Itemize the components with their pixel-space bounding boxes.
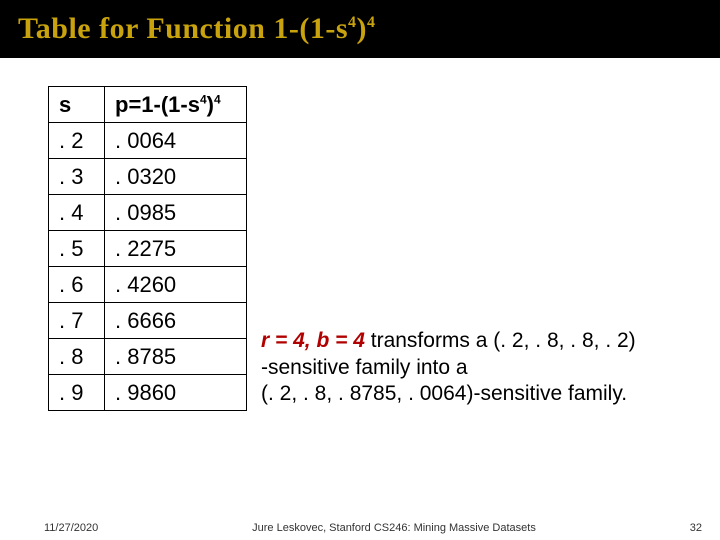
header-p-mid: ) [207,92,214,117]
slide-title: Table for Function 1-(1-s4)4 [0,0,720,58]
footer-credit: Jure Leskovec, Stanford CS246: Mining Ma… [98,522,690,534]
cell-s: . 6 [49,267,105,303]
table-row: . 3. 0320 [49,159,247,195]
caption-bold: r = 4, b = 4 [261,329,365,352]
cell-p: . 2275 [105,231,247,267]
cell-s: . 3 [49,159,105,195]
cell-s: . 4 [49,195,105,231]
table-row: . 7. 6666 [49,303,247,339]
table-row: . 4. 0985 [49,195,247,231]
cell-p: . 4260 [105,267,247,303]
cell-s: . 2 [49,123,105,159]
cell-s: . 8 [49,339,105,375]
table-header-row: s p=1-(1-s4)4 [49,87,247,123]
footer-pagenum: 32 [690,522,702,534]
table-row: . 9. 9860 [49,375,247,411]
header-s: s [49,87,105,123]
cell-p: . 0320 [105,159,247,195]
footer: 11/27/2020 Jure Leskovec, Stanford CS246… [0,522,720,534]
cell-s: . 7 [49,303,105,339]
header-p: p=1-(1-s4)4 [105,87,247,123]
caption-line1-rest: transforms a (. 2, . 8, . 8, . 2) [365,329,636,352]
title-sup1: 4 [348,14,357,31]
caption-line2: -sensitive family into a [261,356,468,379]
table-row: . 5. 2275 [49,231,247,267]
caption-line3: (. 2, . 8, . 8785, . 0064)-sensitive fam… [261,382,627,405]
footer-date: 11/27/2020 [44,522,98,534]
cell-s: . 9 [49,375,105,411]
caption-text: r = 4, b = 4 transforms a (. 2, . 8, . 8… [261,328,636,411]
table-row: . 6. 4260 [49,267,247,303]
function-table: s p=1-(1-s4)4 . 2. 0064 . 3. 0320 . 4. 0… [48,86,247,411]
title-sup2: 4 [367,14,376,31]
header-p-sup2: 4 [214,92,221,106]
cell-p: . 0985 [105,195,247,231]
title-mid: ) [357,12,368,45]
header-p-sup1: 4 [200,92,207,106]
header-p-prefix: p=1-(1-s [115,92,200,117]
title-prefix: Table for Function 1-(1-s [18,12,348,45]
table-row: . 2. 0064 [49,123,247,159]
cell-p: . 0064 [105,123,247,159]
cell-p: . 9860 [105,375,247,411]
cell-s: . 5 [49,231,105,267]
cell-p: . 6666 [105,303,247,339]
content-area: s p=1-(1-s4)4 . 2. 0064 . 3. 0320 . 4. 0… [0,58,720,411]
cell-p: . 8785 [105,339,247,375]
table-row: . 8. 8785 [49,339,247,375]
